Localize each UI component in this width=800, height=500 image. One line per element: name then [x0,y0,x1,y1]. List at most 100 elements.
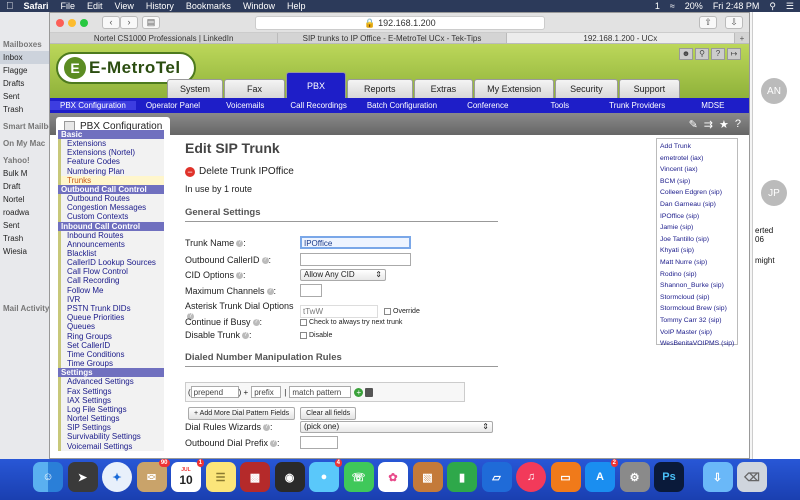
tab-pbx[interactable]: PBX [286,72,347,98]
back-button[interactable]: ‹ [102,16,120,29]
share-icon[interactable]: ⇧ [699,16,717,29]
help-icon[interactable]: ? [711,48,725,60]
help-icon[interactable]: ? [242,332,250,340]
tab-support[interactable]: Support [618,79,681,98]
menu-congestion-messages[interactable]: Congestion Messages [58,203,164,213]
prepend-input[interactable]: prepend [190,386,239,398]
messages-icon[interactable]: ● 4 [309,459,342,492]
trunk-list-item[interactable]: Matt Nurre (sip) [660,257,734,269]
download-icon[interactable]: ⇩ [725,16,743,29]
menu-outbound-routes[interactable]: Outbound Routes [58,193,164,204]
minimize-window-button[interactable] [68,18,76,27]
numbers-icon[interactable]: ▮ [447,462,477,492]
trunk-list-item[interactable]: Tommy Carr 32 (sip) [660,315,734,327]
mail-trash[interactable]: Trash [0,103,49,116]
mail-sent[interactable]: Sent [0,90,49,103]
tab-reports[interactable]: Reports [347,79,413,98]
clock[interactable]: Fri 2:48 PM [713,1,760,12]
delete-trunk-link[interactable]: − Delete Trunk IPOffice [185,166,294,177]
dial-options-input[interactable]: tTwW [300,304,378,318]
forward-button[interactable]: › [120,16,138,29]
menu-history[interactable]: History [146,1,174,11]
menu-log-file-settings[interactable]: Log File Settings [58,404,164,415]
apple-icon[interactable]:  [6,1,14,12]
maps-icon[interactable]: ◉ [274,462,305,492]
menu-time-groups[interactable]: Time Groups [58,359,164,369]
disable-trunk-checkbox[interactable] [300,331,307,339]
subnav-voicemails[interactable]: Voicemails [210,101,280,110]
menu-custom-contexts[interactable]: Custom Contexts [58,212,164,222]
menu-feature-codes[interactable]: Feature Codes [58,157,164,167]
trunk-list-item[interactable]: emetrotel (iax) [660,153,734,165]
tab-extras[interactable]: Extras [413,79,474,98]
menu-safari[interactable]: Safari [24,1,49,11]
menu-numbering-plan[interactable]: Numbering Plan [58,166,164,176]
continue-busy-checkbox[interactable] [300,318,307,326]
help-icon[interactable]: ? [236,239,244,247]
address-bar[interactable]: 🔒 192.168.1.200 [255,16,545,30]
override-checkbox[interactable] [384,307,391,315]
help-icon[interactable]: ? [261,256,269,264]
edit-icon[interactable]: ✎ [689,118,698,131]
menu-extensions-nortel[interactable]: Extensions (Nortel) [58,148,164,158]
system-preferences-icon[interactable]: ⚙ [619,462,650,492]
preview-icon[interactable]: ▧ [412,462,443,492]
menu-bookmarks[interactable]: Bookmarks [186,1,231,11]
menu-survivability-settings[interactable]: Survivability Settings [58,432,164,442]
sidebar-toggle-icon[interactable]: ▤ [142,16,160,29]
help-icon[interactable]: ? [735,118,741,131]
menu-inbound-routes[interactable]: Inbound Routes [58,230,164,240]
prefix-input[interactable]: prefix [251,386,282,398]
help-icon[interactable]: ? [266,287,274,295]
wifi-icon[interactable]: ≈ [670,1,675,12]
browser-tab-linkedin[interactable]: Nortel CS1000 Professionals | LinkedIn [50,33,279,43]
mail-bulk[interactable]: Bulk M [0,167,49,180]
ibooks-icon[interactable]: ▭ [550,462,581,492]
mail-sent-2[interactable]: Sent [0,219,49,232]
menu-voicemail-settings[interactable]: Voicemail Settings [58,441,164,451]
menu-queues[interactable]: Queues [58,322,164,332]
photos-icon[interactable]: ✿ [378,462,408,492]
menu-blacklist[interactable]: Blacklist [58,248,164,259]
menu-ring-groups[interactable]: Ring Groups [58,331,164,341]
menu-file[interactable]: File [61,1,76,11]
trunk-list-item[interactable]: Rodino (sip) [660,269,734,281]
trunk-list-item[interactable]: Stormcloud Brew (sip) [660,303,734,315]
subnav-operator-panel[interactable]: Operator Panel [136,101,210,110]
star-icon[interactable]: ★ [719,118,729,131]
app-store-icon[interactable]: A2 [585,459,618,492]
menu-pstn-trunk-dids[interactable]: PSTN Trunk DIDs [58,304,164,314]
max-channels-input[interactable] [300,284,322,297]
menu-follow-me[interactable]: Follow Me [58,285,164,295]
tab-security[interactable]: Security [555,79,618,98]
menu-help[interactable]: Help [287,1,306,11]
menu-fax-settings[interactable]: Fax Settings [58,386,164,396]
trunk-list-item[interactable]: Colleen Edgren (sip) [660,187,734,199]
trunk-list-item[interactable]: Shannon_Burke (sip) [660,280,734,292]
subnav-call-recordings[interactable]: Call Recordings [280,101,356,110]
subnav-trunk-providers[interactable]: Trunk Providers [591,101,683,110]
menu-edit[interactable]: Edit [87,1,103,11]
menu-call-flow-control[interactable]: Call Flow Control [58,267,164,277]
launchpad-icon[interactable]: ➤ [67,462,98,492]
user-icon[interactable]: ☻ [679,48,693,60]
finder-icon[interactable]: ☺ [33,462,63,492]
mail-trash-2[interactable]: Trash [0,232,49,245]
subnav-tools[interactable]: Tools [528,101,591,110]
trunk-list-item[interactable]: Dan Garneau (sip) [660,199,734,211]
mail-flagged[interactable]: Flagge [0,64,49,77]
help-icon[interactable]: ? [270,439,278,447]
menu-announcements[interactable]: Announcements [58,239,164,249]
subnav-conference[interactable]: Conference [447,101,528,110]
notification-center-icon[interactable]: ☰ [786,1,794,12]
mail-nortel[interactable]: Nortel [0,193,49,206]
browser-tab-ucx[interactable]: 192.168.1.200 - UCx [506,33,735,43]
menu-view[interactable]: View [115,1,134,11]
match-pattern-input[interactable]: match pattern [289,386,352,398]
cid-options-select[interactable]: Allow Any CID ⇕ [300,269,386,281]
menu-extensions[interactable]: Extensions [58,139,164,149]
layout-icon[interactable]: ⇉ [704,118,713,131]
menu-time-conditions[interactable]: Time Conditions [58,349,164,360]
help-icon[interactable]: ? [263,424,271,432]
downloads-folder-icon[interactable]: ⇩ [702,462,733,492]
